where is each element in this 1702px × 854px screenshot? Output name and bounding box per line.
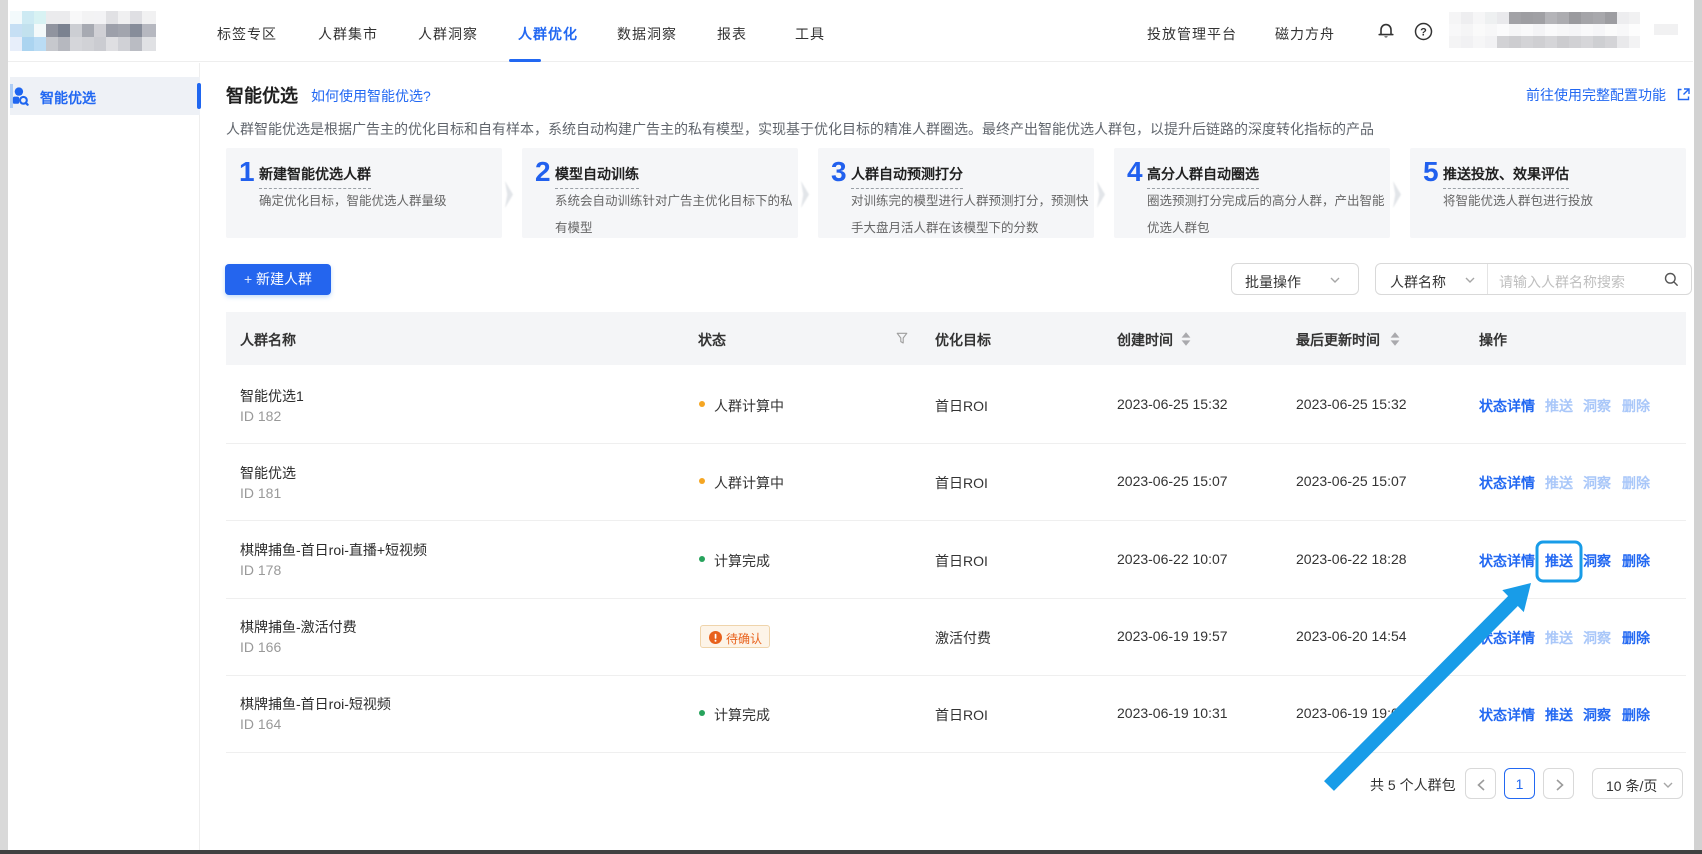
svg-text:?: ? <box>1420 27 1427 39</box>
